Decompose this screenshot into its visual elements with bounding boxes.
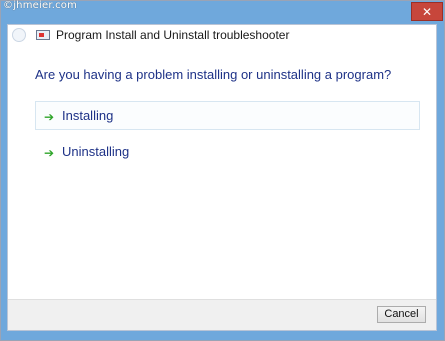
green-arrow-icon: ➔ <box>44 146 55 160</box>
green-arrow-icon: ➔ <box>44 110 55 124</box>
option-label: Uninstalling <box>62 144 130 159</box>
cancel-button[interactable]: Cancel <box>377 306 426 323</box>
footer-bar: Cancel <box>8 299 436 330</box>
option-label: Installing <box>62 108 114 123</box>
back-button[interactable] <box>12 28 26 42</box>
question-heading: Are you having a problem installing or u… <box>35 67 392 82</box>
option-installing[interactable]: ➔ Installing <box>35 101 420 130</box>
window-title: Program Install and Uninstall troublesho… <box>56 28 290 42</box>
content-area: Program Install and Uninstall troublesho… <box>7 24 437 331</box>
title-bar: Program Install and Uninstall troublesho… <box>8 25 436 47</box>
troubleshooter-icon <box>36 30 50 40</box>
close-button[interactable]: ✕ <box>411 2 443 21</box>
option-uninstalling[interactable]: ➔ Uninstalling <box>35 137 420 166</box>
watermark-text: ©jhmeier.com <box>3 0 78 11</box>
troubleshooter-window: ©jhmeier.com ✕ Program Install and Unins… <box>0 0 445 341</box>
